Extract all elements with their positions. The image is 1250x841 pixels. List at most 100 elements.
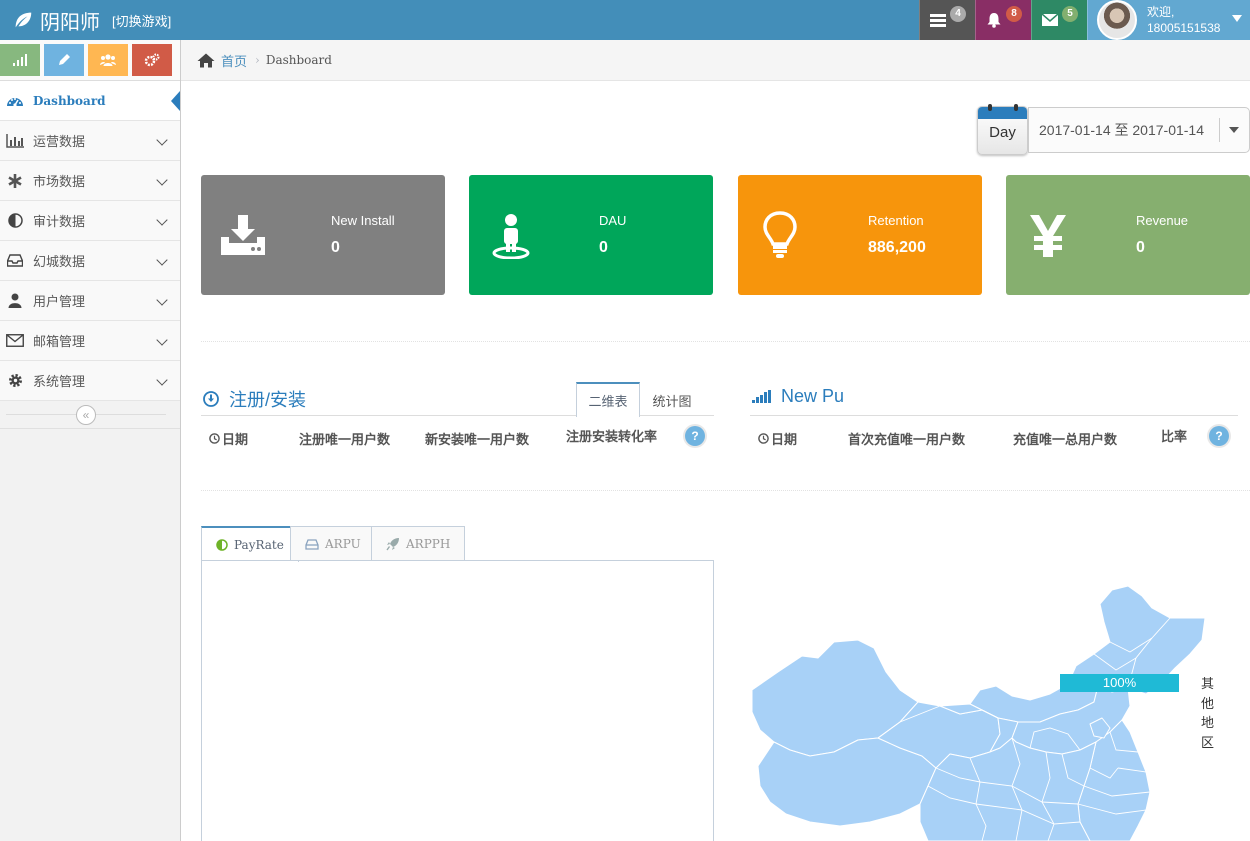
stat-card-revenue[interactable]: Revenue 0 — [1006, 175, 1250, 295]
tab-label: 统计图 — [652, 393, 692, 409]
sidebar-item-label: 系统管理 — [33, 374, 86, 389]
stat-label: Revenue — [1136, 213, 1189, 228]
shortcut-group-button[interactable] — [88, 44, 128, 76]
stat-value: 0 — [599, 239, 608, 256]
calendar-icon-label: Day — [989, 124, 1016, 141]
sidebar-item-users[interactable]: 用户管理 — [0, 281, 180, 321]
sidebar-item-label: 审计数据 — [33, 214, 86, 229]
breadcrumb: 首页 › Dashboard — [181, 40, 1250, 81]
tasks-button[interactable]: 4 — [919, 0, 975, 40]
sidebar: Dashboard 运营数据 市场数据 审计数据 幻城数据 用户管理 邮箱管理 … — [0, 40, 181, 841]
sidebar-item-city[interactable]: 幻城数据 — [0, 241, 180, 281]
sidebar-item-label: 运营数据 — [33, 134, 86, 149]
date-range-picker: Day 2017-01-14 至 2017-01-14 — [977, 104, 1250, 155]
sidebar-item-audit[interactable]: 审计数据 — [0, 201, 180, 241]
column-date[interactable]: 日期 — [758, 429, 797, 448]
sidebar-item-label: 用户管理 — [33, 294, 86, 309]
asterisk-icon — [4, 173, 26, 189]
dashboard-icon — [4, 93, 26, 109]
tab-label: ARPU — [325, 537, 361, 551]
tab-label: 二维表 — [588, 394, 628, 409]
date-range-value: 2017-01-14 至 2017-01-14 — [1039, 122, 1205, 138]
payrate-chart-panel — [201, 560, 714, 841]
date-range-input[interactable]: 2017-01-14 至 2017-01-14 — [1028, 107, 1250, 153]
tab-label: ARPPH — [406, 537, 451, 551]
stat-value: 0 — [331, 239, 340, 256]
map-other-region-label: 其他地区 — [1201, 676, 1215, 750]
chevron-down-icon — [156, 294, 168, 306]
china-map[interactable] — [750, 582, 1250, 841]
bell-icon — [987, 13, 1000, 28]
adjust-icon — [216, 539, 228, 551]
stat-value: 0 — [1136, 239, 1145, 256]
messages-badge: 5 — [1062, 6, 1078, 22]
stat-card-dau[interactable]: DAU 0 — [469, 175, 713, 295]
column-conversion-rate[interactable]: 注册安装转化率 — [566, 426, 657, 445]
brand[interactable]: 阴阳师 [切换游戏] — [12, 0, 171, 40]
envelope-icon — [1041, 14, 1058, 26]
sidebar-item-system[interactable]: 系统管理 — [0, 361, 180, 401]
user-menu[interactable]: 欢迎, 18005151538 — [1087, 0, 1250, 40]
tab-arpu[interactable]: ARPU — [290, 526, 376, 561]
sidebar-item-market[interactable]: 市场数据 — [0, 161, 180, 201]
stat-label: DAU — [599, 213, 627, 228]
tab-arpph[interactable]: ARPPH — [371, 526, 466, 561]
sidebar-shortcuts — [0, 40, 180, 81]
column-date[interactable]: 日期 — [209, 429, 248, 448]
chevron-down-icon — [156, 174, 168, 186]
clock-icon — [758, 433, 769, 444]
messages-button[interactable]: 5 — [1031, 0, 1087, 40]
street-view-icon — [492, 214, 530, 259]
tab-chart-view[interactable]: 统计图 — [640, 383, 704, 417]
column-total-pay-users[interactable]: 充值唯一总用户数 — [1013, 429, 1117, 448]
stat-label: New Install — [331, 213, 395, 228]
sidebar-item-label: Dashboard — [33, 93, 106, 108]
home-icon — [197, 53, 215, 67]
stat-card-new-install[interactable]: New Install 0 — [201, 175, 445, 295]
tasks-icon — [929, 14, 946, 27]
tab-table-view[interactable]: 二维表 — [576, 382, 640, 417]
tab-label: PayRate — [234, 538, 284, 552]
download-icon — [221, 215, 265, 255]
sidebar-item-operations[interactable]: 运营数据 — [0, 121, 180, 161]
sidebar-item-dashboard[interactable]: Dashboard — [0, 81, 180, 121]
column-install-users[interactable]: 新安装唯一用户数 — [425, 429, 529, 448]
breadcrumb-separator: › — [255, 53, 260, 67]
chevron-down-icon — [156, 374, 168, 386]
stat-label: Retention — [868, 213, 924, 228]
shortcut-signal-button[interactable] — [0, 44, 40, 76]
hdd-icon — [305, 538, 319, 550]
double-angle-left-icon[interactable]: « — [76, 405, 96, 425]
shortcut-cogs-button[interactable] — [132, 44, 172, 76]
rocket-icon — [386, 538, 399, 551]
switch-game-link[interactable]: [切换游戏] — [112, 11, 171, 30]
caret-down-icon — [1232, 15, 1242, 22]
column-first-pay-users[interactable]: 首次充值唯一用户数 — [848, 429, 965, 448]
sidebar-item-mail[interactable]: 邮箱管理 — [0, 321, 180, 361]
chevron-down-icon — [156, 254, 168, 266]
lightbulb-icon — [763, 211, 797, 258]
map-percentage-bar: 100% — [1060, 674, 1179, 692]
cogs-icon — [144, 53, 160, 67]
chevron-down-icon — [156, 214, 168, 226]
dropdown-caret-icon[interactable] — [1219, 118, 1249, 142]
tab-payrate[interactable]: PayRate — [201, 526, 299, 562]
avatar — [1097, 0, 1137, 40]
column-register-users[interactable]: 注册唯一用户数 — [299, 429, 390, 448]
notifications-button[interactable]: 8 — [975, 0, 1031, 40]
divider — [201, 490, 1250, 491]
sidebar-item-label: 幻城数据 — [33, 254, 86, 269]
pencil-icon — [59, 54, 70, 65]
breadcrumb-home-link[interactable]: 首页 — [221, 51, 247, 70]
help-icon[interactable]: ? — [1209, 426, 1229, 446]
group-icon — [100, 54, 116, 66]
bar-chart-icon — [4, 133, 26, 149]
yen-icon — [1030, 215, 1066, 257]
signal-icon — [13, 54, 27, 66]
stat-card-retention[interactable]: Retention 886,200 — [738, 175, 982, 295]
shortcut-pencil-button[interactable] — [44, 44, 84, 76]
help-icon[interactable]: ? — [685, 426, 705, 446]
user-icon — [4, 293, 26, 309]
column-ratio[interactable]: 比率 — [1161, 426, 1187, 445]
day-mode-button[interactable]: Day — [977, 104, 1028, 155]
